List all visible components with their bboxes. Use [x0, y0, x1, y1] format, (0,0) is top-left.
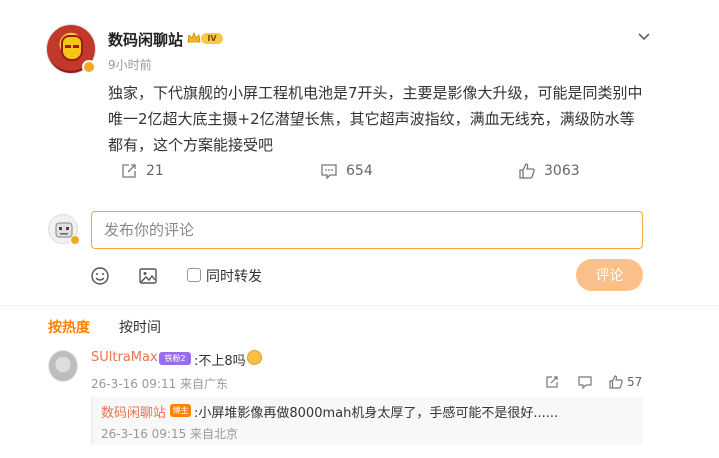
chevron-down-icon[interactable] — [636, 28, 652, 44]
post-header: 数码闲聊站 IV 9小时前 — [46, 24, 650, 74]
share-icon[interactable] — [544, 374, 560, 390]
crown-icon — [187, 31, 201, 43]
image-icon[interactable] — [138, 266, 158, 286]
repost-checkbox[interactable] — [187, 268, 201, 282]
reply-author-name[interactable]: 数码闲聊站 — [101, 402, 166, 421]
comment-like-count: 57 — [627, 375, 643, 389]
like-icon — [519, 163, 535, 179]
reply-meta: 26-3-16 09:15 来自北京 — [101, 427, 239, 441]
emoji-icon[interactable] — [90, 266, 110, 286]
fan-badge: 铁粉2 — [159, 352, 191, 365]
comment-text: :不上8吗 — [194, 354, 246, 369]
tab-sort-time[interactable]: 按时间 — [119, 317, 161, 337]
tab-sort-hot[interactable]: 按热度 — [48, 317, 90, 337]
comment-button[interactable]: 654 — [320, 160, 373, 182]
my-verified-icon — [70, 235, 80, 245]
like-count: 3063 — [544, 163, 580, 179]
verified-badge-icon — [82, 60, 96, 74]
ironman-mask-icon — [61, 35, 83, 61]
like-icon[interactable] — [608, 374, 624, 390]
comment-input[interactable] — [91, 211, 643, 249]
repost-button[interactable]: 21 — [120, 160, 164, 182]
post-actions: 21 654 3063 — [108, 160, 628, 182]
wink-emoji-icon — [247, 350, 262, 365]
share-icon — [122, 164, 136, 178]
commenter-avatar[interactable] — [48, 350, 78, 382]
vip-level: IV — [201, 33, 223, 44]
comment-icon — [321, 164, 337, 180]
author-name[interactable]: 数码闲聊站 — [108, 29, 183, 50]
repost-label[interactable]: 同时转发 — [206, 266, 262, 286]
submit-comment-button[interactable]: 评论 — [576, 259, 643, 291]
comment-meta: 26-3-16 09:11 来自广东 — [91, 377, 229, 391]
comment-count: 654 — [346, 163, 373, 179]
divider — [0, 305, 719, 306]
reply-text: :小屏堆影像再做8000mah机身太厚了，手感可能不是很好...... — [194, 406, 559, 421]
commenter-name[interactable]: SUltraMax — [91, 350, 158, 365]
vip-badge: IV — [187, 31, 223, 46]
like-button[interactable]: 3063 — [518, 160, 580, 182]
repost-count: 21 — [146, 163, 164, 179]
author-badge: 博主 — [170, 404, 191, 417]
post-text: 独家，下代旗舰的小屏工程机电池是7开头，主要是影像大升级，可能是同类别中唯一2亿… — [108, 84, 643, 154]
comment-icon[interactable] — [577, 374, 593, 390]
post-time[interactable]: 9小时前 — [108, 56, 152, 73]
